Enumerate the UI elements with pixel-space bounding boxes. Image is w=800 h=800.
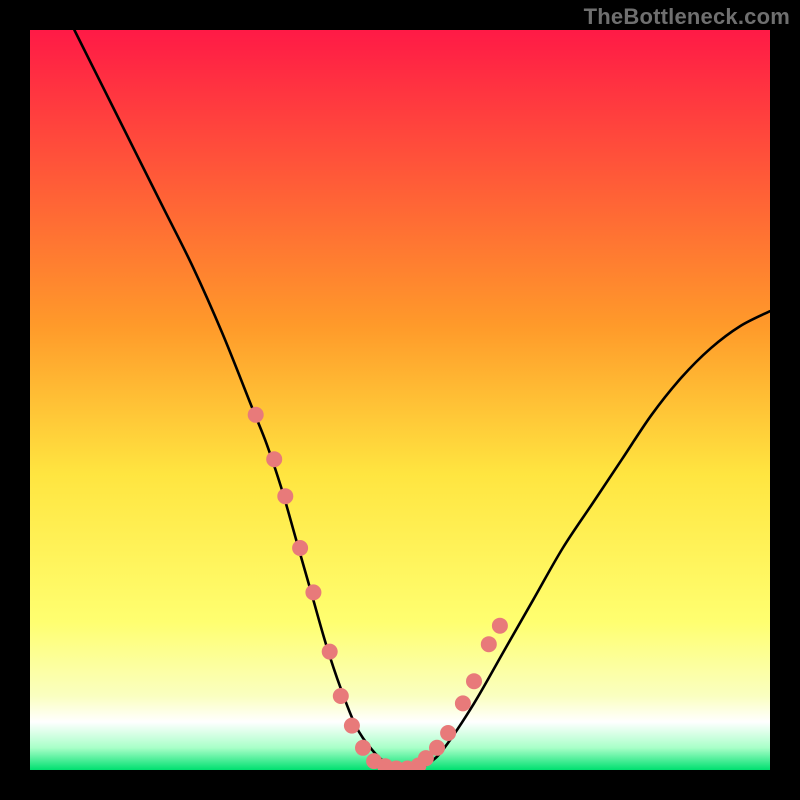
watermark-text: TheBottleneck.com <box>584 4 790 30</box>
chart-plot <box>30 30 770 770</box>
highlight-dot <box>277 488 293 504</box>
highlight-dot <box>292 540 308 556</box>
highlight-dot <box>455 695 471 711</box>
chart-background <box>30 30 770 770</box>
highlight-dot <box>322 644 338 660</box>
outer-frame: TheBottleneck.com <box>0 0 800 800</box>
highlight-dot <box>466 673 482 689</box>
highlight-dot <box>305 584 321 600</box>
highlight-dot <box>248 407 264 423</box>
highlight-dot <box>333 688 349 704</box>
highlight-dot <box>355 740 371 756</box>
highlight-dot <box>481 636 497 652</box>
highlight-dot <box>492 618 508 634</box>
highlight-dot <box>440 725 456 741</box>
chart-svg <box>30 30 770 770</box>
highlight-dot <box>344 718 360 734</box>
highlight-dot <box>266 451 282 467</box>
highlight-dot <box>429 740 445 756</box>
